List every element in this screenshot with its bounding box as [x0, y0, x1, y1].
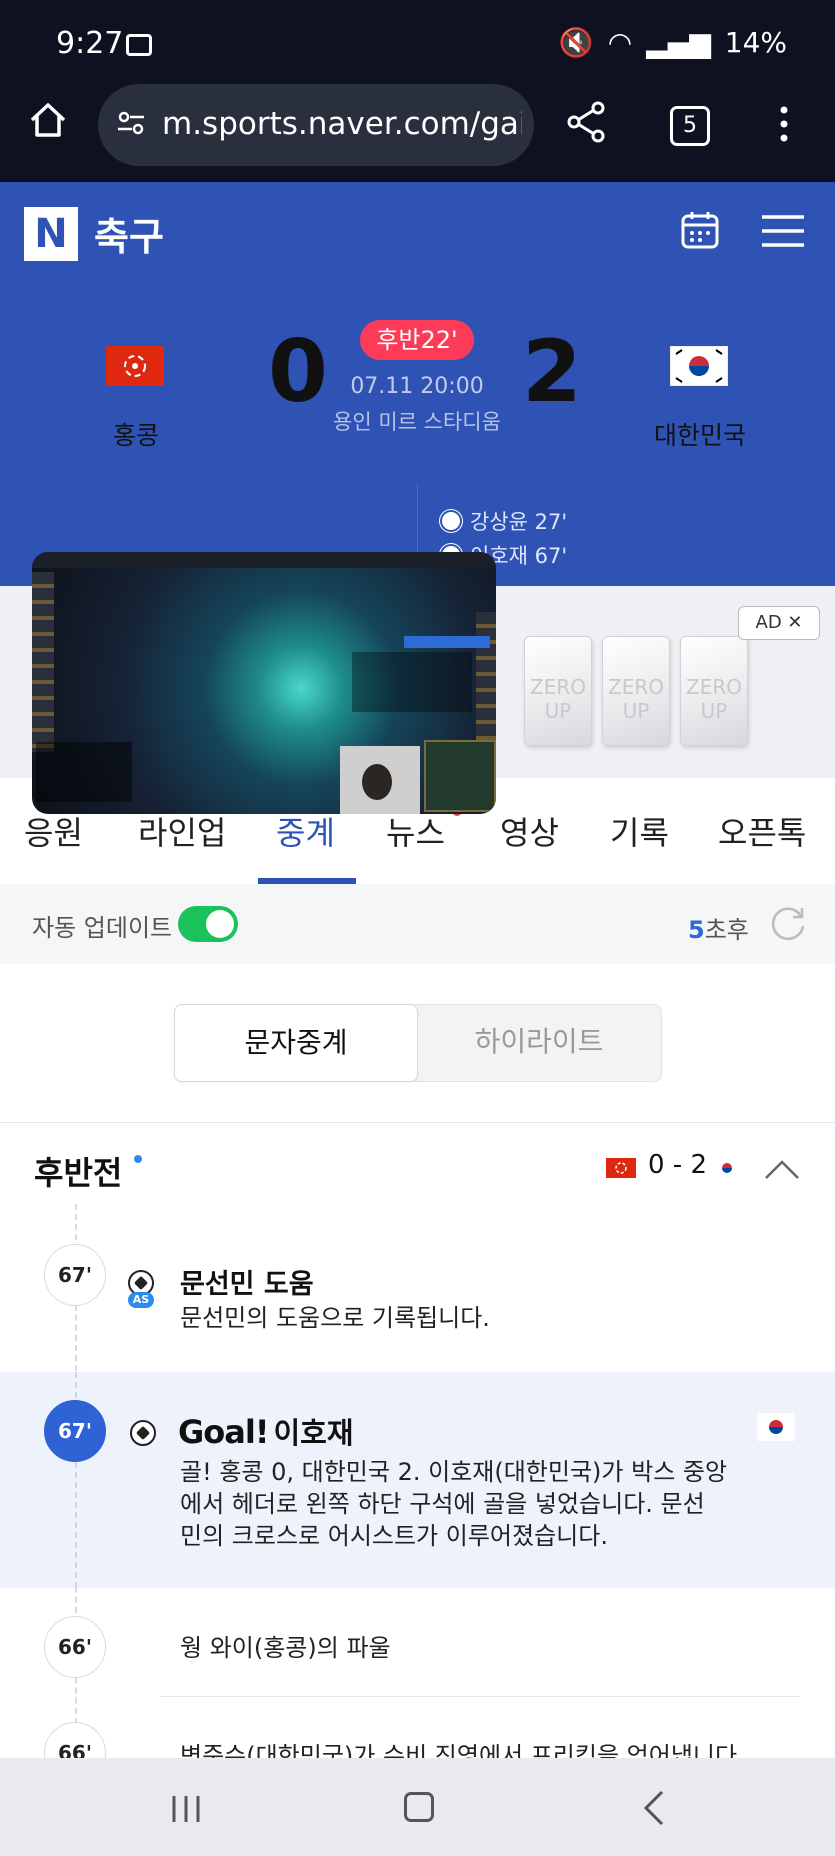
ad-card-image[interactable]: ZERO UP	[524, 636, 592, 746]
status-bar: 9:27 🔇 ◠ ▂▄▆ 14%	[0, 0, 835, 90]
tab-video[interactable]: 영상	[500, 808, 559, 854]
game-score-bar	[404, 636, 490, 648]
event-body-line: 민의 크로스로 어시스트가 이루어졌습니다.	[180, 1522, 608, 1550]
korea-flag-icon	[712, 1158, 742, 1178]
event-body-line: 에서 헤더로 왼쪽 하단 구석에 골을 넣었습니다. 문선	[180, 1490, 705, 1518]
event-minute: 67'	[44, 1244, 106, 1306]
half-title: 후반전	[34, 1154, 123, 1192]
tab-relay[interactable]: 중계	[276, 808, 335, 854]
tab-lineup[interactable]: 라인업	[138, 808, 226, 854]
goal-title: Goal! 이호재	[178, 1413, 354, 1451]
assist-badge: AS	[128, 1292, 154, 1308]
tab-cheer[interactable]: 응원	[24, 808, 83, 854]
ad-card-image[interactable]: ZERO UP	[680, 636, 748, 746]
soccer-ball-icon	[440, 510, 462, 532]
site-settings-icon[interactable]	[116, 108, 146, 138]
event-body: 문선민의 도움으로 기록됩니다.	[180, 1304, 490, 1332]
korea-flag-icon	[756, 1412, 796, 1442]
game-overlay	[352, 652, 472, 712]
event-minute: 67'	[44, 1400, 106, 1462]
event-body-line: 골! 홍콩 0, 대한민국 2. 이호재(대한민국)가 박스 중앙	[180, 1458, 728, 1486]
match-datetime: 07.11 20:00	[350, 374, 484, 399]
half-score: 0 - 2	[648, 1150, 707, 1180]
recent-apps-icon[interactable]	[170, 1794, 202, 1824]
period-badge: 후반22'	[360, 320, 474, 360]
scorer-item: 강상윤 27'	[440, 506, 567, 536]
toggle-knob	[206, 910, 234, 938]
url-text[interactable]: m.sports.naver.com/gai	[162, 106, 522, 142]
game-hud-left	[32, 572, 54, 752]
status-time: 9:27	[56, 26, 124, 61]
live-dot	[134, 1155, 142, 1163]
home-icon[interactable]	[28, 100, 68, 140]
event-divider	[160, 1696, 800, 1697]
away-team-name[interactable]: 대한민국	[600, 416, 800, 452]
refresh-countdown: 5초후	[688, 916, 749, 944]
hongkong-flag-icon	[606, 1158, 636, 1178]
tab-switcher-button[interactable]: 5	[670, 106, 710, 146]
hongkong-flag-icon[interactable]	[106, 346, 164, 386]
game-chat	[36, 742, 132, 802]
gallery-icon	[126, 34, 152, 56]
game-minimap	[424, 740, 496, 812]
refresh-icon[interactable]	[768, 904, 808, 944]
signal-icon: ▂▄▆	[646, 26, 711, 59]
share-icon[interactable]	[566, 100, 606, 144]
chevron-up-icon[interactable]	[764, 1158, 800, 1180]
korea-flag-icon[interactable]	[670, 346, 728, 386]
home-team-name[interactable]: 홍콩	[36, 416, 236, 452]
back-icon[interactable]	[642, 1790, 666, 1826]
wifi-icon: ◠	[607, 26, 633, 59]
url-bar[interactable]: m.sports.naver.com/gai	[98, 84, 534, 166]
streamer-head	[362, 764, 392, 800]
event-body: 웡 와이(홍콩)의 파울	[180, 1634, 391, 1662]
highlight-button[interactable]: 하이라이트	[418, 1004, 660, 1080]
away-score: 2	[522, 322, 582, 422]
battery-text: 14%	[724, 26, 787, 59]
auto-update-toggle[interactable]	[178, 906, 238, 942]
event-minute: 66'	[44, 1616, 106, 1678]
tab-news[interactable]: 뉴스	[386, 808, 445, 854]
auto-update-label: 자동 업데이트	[32, 914, 173, 942]
ad-close-button[interactable]: AD ✕	[738, 606, 820, 640]
ad-card-image[interactable]: ZERO UP	[602, 636, 670, 746]
tab-records[interactable]: 기록	[610, 808, 669, 854]
section-title[interactable]: 축구	[94, 206, 164, 261]
pip-video-player[interactable]	[32, 552, 496, 814]
home-nav-icon[interactable]	[404, 1792, 434, 1822]
event-title: 문선민 도움	[180, 1269, 314, 1300]
mute-icon: 🔇	[558, 26, 594, 59]
hamburger-menu-icon[interactable]	[762, 214, 804, 248]
text-relay-button[interactable]: 문자중계	[174, 1004, 418, 1082]
more-menu-icon[interactable]	[780, 106, 788, 142]
section-divider	[0, 1122, 835, 1123]
stadium-name: 용인 미르 스타디움	[333, 410, 501, 434]
tab-opentalk[interactable]: 오픈톡	[718, 808, 806, 854]
calendar-icon[interactable]	[680, 210, 720, 250]
game-hud-top	[32, 552, 496, 568]
naver-logo[interactable]: N	[24, 207, 78, 261]
status-icons: 🔇 ◠ ▂▄▆ 14%	[559, 26, 787, 59]
game-hud-right	[476, 612, 496, 752]
soccer-ball-icon	[130, 1420, 156, 1446]
streamer-webcam	[340, 746, 420, 814]
